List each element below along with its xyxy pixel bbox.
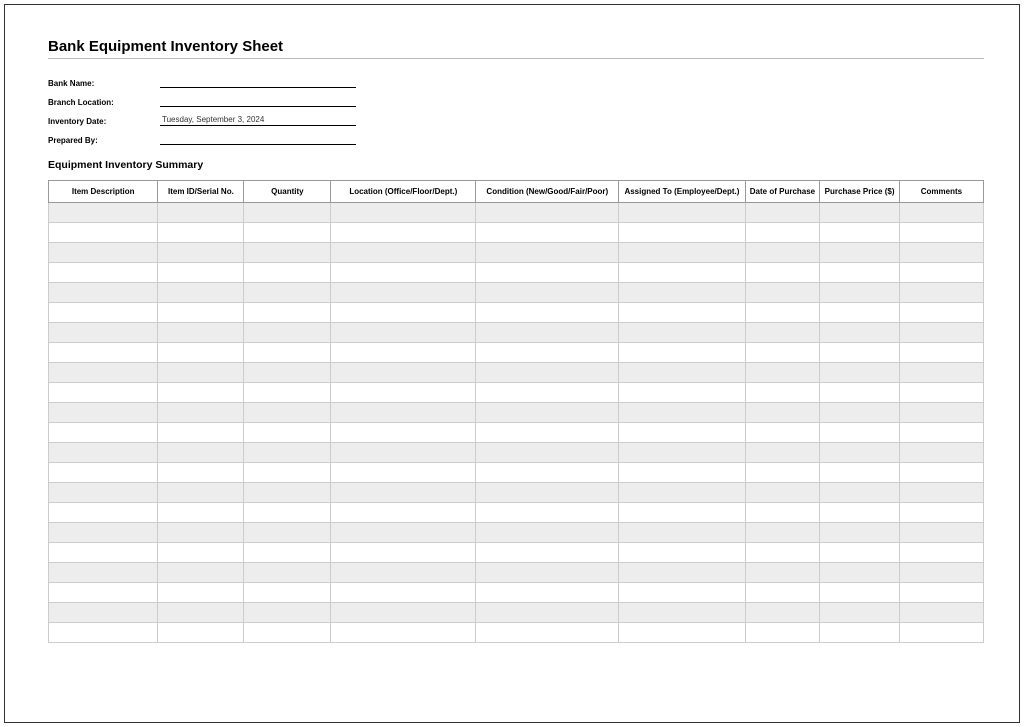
page-border (4, 4, 1020, 723)
